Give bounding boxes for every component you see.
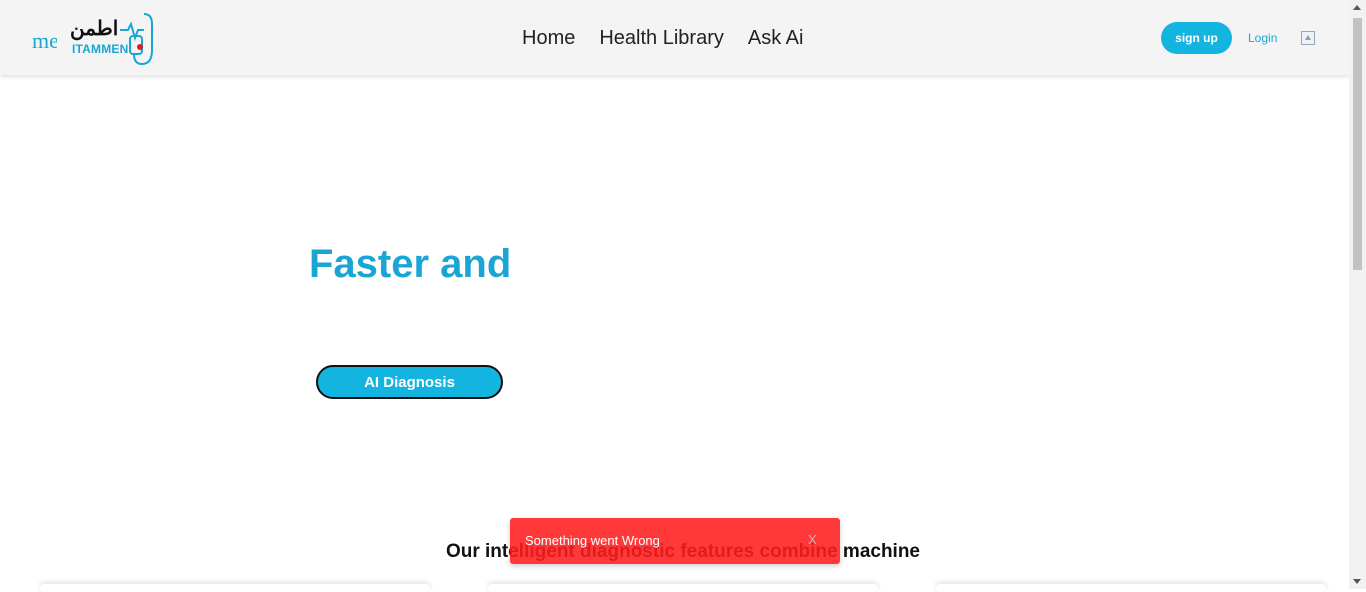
- main-nav: Home Health Library Ask Ai: [522, 27, 803, 50]
- scroll-thumb[interactable]: [1353, 18, 1362, 270]
- nav-ask-ai[interactable]: Ask Ai: [748, 27, 804, 50]
- feature-card: [488, 584, 878, 592]
- scroll-down-arrow-icon[interactable]: [1353, 579, 1361, 584]
- top-navbar: me اطمن ITAMMEN Home Health Library Ask …: [0, 0, 1349, 75]
- ai-diagnosis-button[interactable]: AI Diagnosis: [316, 365, 503, 399]
- hero-title: Faster and: [309, 242, 512, 286]
- feature-card: [936, 584, 1326, 592]
- nav-home[interactable]: Home: [522, 27, 575, 50]
- logo-arabic-text: اطمن: [70, 18, 119, 40]
- toast-message: Something went Wrong: [525, 533, 660, 548]
- page-scrollbar[interactable]: [1349, 0, 1366, 589]
- login-link[interactable]: Login: [1248, 31, 1277, 45]
- brand-text-fragment: me: [32, 28, 57, 53]
- nav-health-library[interactable]: Health Library: [599, 27, 724, 50]
- toast-close-button[interactable]: X: [808, 532, 817, 547]
- scroll-up-arrow-icon[interactable]: [1353, 5, 1361, 10]
- feature-card: [40, 584, 430, 592]
- broken-image-icon[interactable]: [1301, 31, 1315, 45]
- sign-up-button[interactable]: sign up: [1161, 22, 1232, 54]
- error-toast: Something went Wrong X: [510, 518, 840, 564]
- logo-english-text: ITAMMEN: [72, 42, 129, 56]
- itammen-logo[interactable]: اطمن ITAMMEN: [70, 10, 162, 66]
